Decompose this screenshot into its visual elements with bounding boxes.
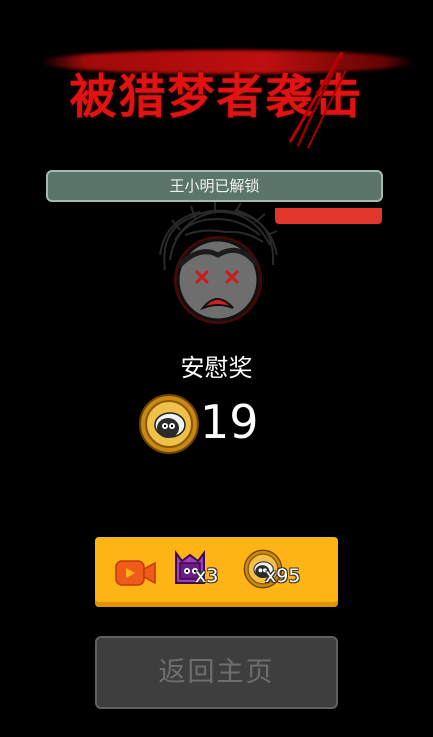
unlock-banner: 王小明已解锁 <box>46 170 383 202</box>
return-home-button[interactable]: 返回主页 <box>95 636 338 709</box>
page-title: 被猎梦者袭击 <box>69 70 364 125</box>
claw-scratch-icon <box>288 51 347 149</box>
video-camera-icon <box>115 560 156 586</box>
prize-label: 安慰奖 <box>180 354 253 382</box>
dead-character-avatar <box>159 202 278 324</box>
sheep-coin-icon <box>139 394 199 454</box>
coin-reward-count: x95 <box>265 565 301 587</box>
coin-amount: 19 <box>200 395 259 449</box>
watch-video-reward-button[interactable]: x3 x95 <box>95 537 338 607</box>
box-count: x3 <box>195 565 219 587</box>
